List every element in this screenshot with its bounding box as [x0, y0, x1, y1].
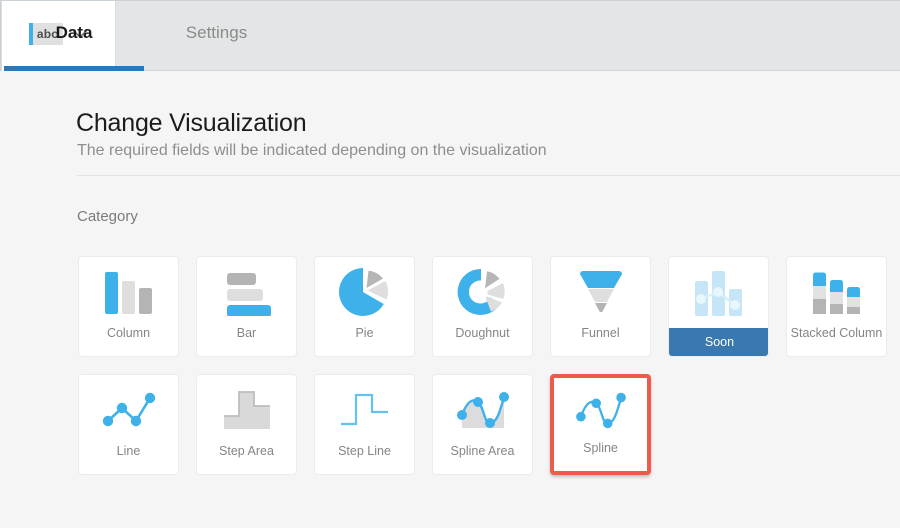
spline-chart-icon	[554, 378, 647, 442]
viz-card-label: Step Area	[197, 445, 296, 458]
viz-card-label: Line	[79, 445, 178, 458]
funnel-chart-icon	[550, 257, 651, 327]
viz-card-column[interactable]: Column	[78, 256, 179, 357]
viz-card-label: Step Line	[315, 445, 414, 458]
card-row: Column Bar	[78, 256, 900, 357]
tab-settings[interactable]: Settings	[144, 1, 289, 71]
tab-settings-label: Settings	[186, 23, 247, 43]
visualization-card-grid: Column Bar	[78, 256, 900, 492]
step-area-chart-icon	[196, 375, 297, 445]
soon-badge: Soon	[669, 328, 769, 356]
line-chart-icon	[78, 375, 179, 445]
header-divider	[77, 175, 900, 176]
viz-card-label: Doughnut	[433, 327, 532, 340]
card-row: Line Step Area	[78, 374, 900, 475]
pie-chart-icon	[314, 257, 415, 327]
viz-card-funnel[interactable]: Funnel	[550, 256, 651, 357]
viz-card-label: Stacked Column	[787, 327, 886, 340]
viz-card-label: Funnel	[551, 327, 650, 340]
viz-card-soon[interactable]: Soon	[668, 256, 769, 357]
tab-bar: Data Settings abc	[0, 0, 900, 71]
column-chart-icon	[78, 257, 179, 327]
dialog-content: Change Visualization The required fields…	[1, 71, 900, 528]
tab-data[interactable]: Data	[4, 1, 144, 71]
viz-card-step-area[interactable]: Step Area	[196, 374, 297, 475]
viz-card-doughnut[interactable]: Doughnut	[432, 256, 533, 357]
viz-card-label: Bar	[197, 327, 296, 340]
change-visualization-dialog: Data Settings abc Change Visualization T…	[0, 0, 900, 528]
viz-card-label: Pie	[315, 327, 414, 340]
viz-card-stacked-column[interactable]: Stacked Column	[786, 256, 887, 357]
section-label-category: Category	[77, 208, 138, 225]
page-title: Change Visualization	[76, 109, 306, 138]
stacked-column-chart-icon	[786, 257, 887, 327]
step-line-chart-icon	[314, 375, 415, 445]
viz-card-spline-area[interactable]: Spline Area	[432, 374, 533, 475]
bar-chart-icon	[196, 257, 297, 327]
page-subtitle: The required fields will be indicated de…	[77, 142, 547, 160]
viz-card-pie[interactable]: Pie	[314, 256, 415, 357]
viz-card-spline[interactable]: Spline	[550, 374, 651, 475]
viz-card-line[interactable]: Line	[78, 374, 179, 475]
viz-card-label: Soon	[669, 336, 769, 349]
tab-data-label: Data	[56, 23, 93, 43]
spline-area-chart-icon	[432, 375, 533, 445]
viz-card-label: Spline Area	[433, 445, 532, 458]
viz-card-bar[interactable]: Bar	[196, 256, 297, 357]
combo-chart-icon	[668, 257, 769, 329]
viz-card-label: Spline	[554, 442, 647, 455]
viz-card-step-line[interactable]: Step Line	[314, 374, 415, 475]
doughnut-chart-icon	[432, 257, 533, 327]
viz-card-label: Column	[79, 327, 178, 340]
